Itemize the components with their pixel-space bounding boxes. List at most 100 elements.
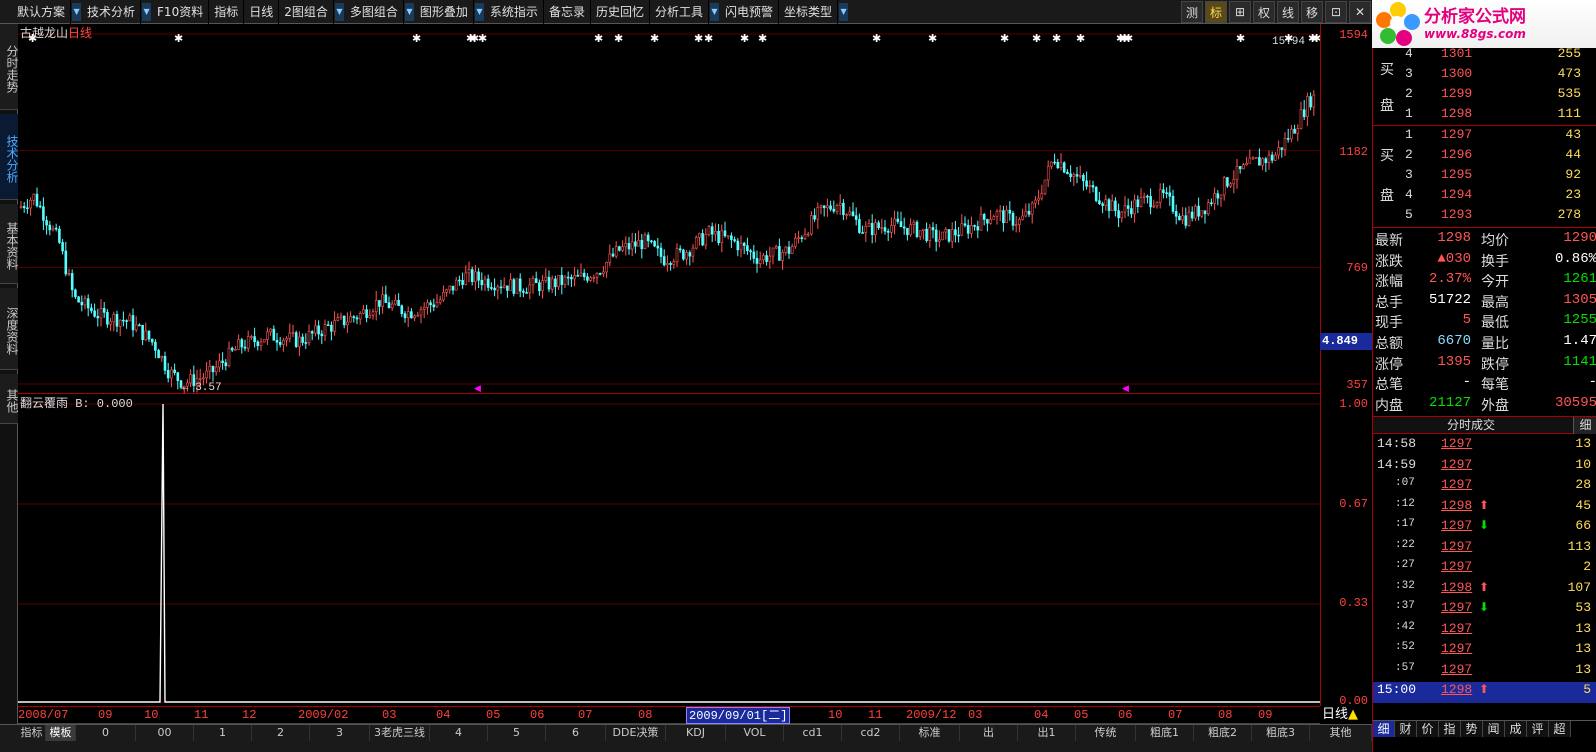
sell-level-row[interactable]: 4 1301 255 bbox=[1401, 46, 1596, 66]
tick-row[interactable]: :27 1297 2 bbox=[1373, 559, 1596, 580]
tick-row[interactable]: :37 1297 ⬇ 53 bbox=[1373, 600, 1596, 621]
indicator-tab-20[interactable]: 粗底1 bbox=[1136, 725, 1194, 741]
indicator-tab-12[interactable]: KDJ bbox=[666, 725, 726, 741]
indicator-tab-18[interactable]: 出1 bbox=[1018, 725, 1076, 741]
dropdown-arrow-icon[interactable]: ▼ bbox=[474, 2, 484, 21]
dropdown-arrow-icon[interactable]: ▼ bbox=[404, 2, 414, 21]
toolbar-item-2[interactable]: F10资料 bbox=[152, 0, 210, 24]
toolbar-tool-button-4[interactable]: 线 bbox=[1277, 1, 1299, 23]
quote-tab-8[interactable]: 超 bbox=[1549, 721, 1571, 737]
buy-level-row[interactable]: 3 1295 92 bbox=[1401, 167, 1596, 187]
indicator-tab-10[interactable]: 6 bbox=[546, 725, 606, 741]
candle-body bbox=[1107, 199, 1111, 211]
scroll-marker-icon[interactable]: ◀ bbox=[474, 384, 481, 394]
period-label[interactable]: 日线▲ bbox=[1320, 706, 1372, 724]
quote-tab-3[interactable]: 指 bbox=[1439, 721, 1461, 737]
toolbar-item-11[interactable]: 分析工具 bbox=[650, 0, 709, 24]
indicator-tab-3[interactable]: 00 bbox=[136, 725, 194, 741]
quote-tab-7[interactable]: 评 bbox=[1527, 721, 1549, 737]
toolbar-item-8[interactable]: 系统指示 bbox=[485, 0, 544, 24]
toolbar-item-10[interactable]: 历史回忆 bbox=[591, 0, 650, 24]
toolbar-item-7[interactable]: 图形叠加 bbox=[415, 0, 474, 24]
indicator-tab-22[interactable]: 粗底3 bbox=[1252, 725, 1310, 741]
indicator-tab-16[interactable]: 标准 bbox=[900, 725, 960, 741]
indicator-tab-0[interactable]: 指标 bbox=[18, 725, 46, 741]
toolbar-item-12[interactable]: 闪电预警 bbox=[720, 0, 779, 24]
left-tab-4[interactable]: 其他 bbox=[0, 374, 19, 424]
sell-level-row[interactable]: 3 1300 473 bbox=[1401, 66, 1596, 86]
toolbar-tool-button-0[interactable]: 测 bbox=[1181, 1, 1203, 23]
tick-row[interactable]: :12 1298 ⬆ 45 bbox=[1373, 498, 1596, 519]
toolbar-tool-button-5[interactable]: 移 bbox=[1301, 1, 1323, 23]
main-kline-chart[interactable]: ✱ ✱ ✱ ✱ ✱ ✱ ✱ ✱ ✱ ✱ ✱ ✱ ✱ ✱ ✱ ✱ ✱ ✱ ✱ ✱ ✱ ✱ ✱ ✱ ✱ ✱ 15.94 ← 3.57 ◀ ◀ … bbox=[18, 24, 1320, 394]
indicator-tab-2[interactable]: 0 bbox=[76, 725, 136, 741]
buy-level-row[interactable]: 4 1294 23 bbox=[1401, 187, 1596, 207]
indicator-tab-19[interactable]: 传统 bbox=[1076, 725, 1136, 741]
left-tab-0[interactable]: 分时走势 bbox=[0, 24, 19, 110]
tick-row[interactable]: :07 1297 28 bbox=[1373, 477, 1596, 498]
indicator-tab-14[interactable]: cd1 bbox=[784, 725, 842, 741]
toolbar-item-9[interactable]: 备忘录 bbox=[544, 0, 591, 24]
candle-body bbox=[224, 362, 228, 367]
tick-row[interactable]: :22 1297 113 bbox=[1373, 539, 1596, 560]
tick-row[interactable]: 14:58 1297 13 bbox=[1373, 436, 1596, 457]
toolbar-item-1[interactable]: 技术分析 bbox=[82, 0, 142, 24]
tick-row[interactable]: :57 1297 13 bbox=[1373, 662, 1596, 683]
indicator-tab-17[interactable]: 出 bbox=[960, 725, 1018, 741]
indicator-tab-7[interactable]: 3老虎三线 bbox=[370, 725, 430, 741]
tick-row[interactable]: 14:59 1297 10 bbox=[1373, 457, 1596, 478]
quote-tab-6[interactable]: 成 bbox=[1505, 721, 1527, 737]
toolbar-item-3[interactable]: 指标 bbox=[209, 0, 245, 24]
left-tab-2[interactable]: 基本资料 bbox=[0, 204, 19, 284]
tick-row[interactable]: :52 1297 13 bbox=[1373, 641, 1596, 662]
quote-tab-5[interactable]: 闻 bbox=[1483, 721, 1505, 737]
dropdown-arrow-icon[interactable]: ▼ bbox=[72, 2, 82, 21]
buy-level-row[interactable]: 1 1297 43 bbox=[1401, 127, 1596, 147]
indicator-tab-6[interactable]: 3 bbox=[310, 725, 370, 741]
toolbar-tool-button-6[interactable]: ⊡ bbox=[1325, 1, 1347, 23]
tick-time: 14:58 bbox=[1377, 436, 1417, 451]
indicator-tab-11[interactable]: DDE决策 bbox=[606, 725, 666, 741]
left-tab-3[interactable]: 深度资料 bbox=[0, 288, 19, 370]
left-tab-1[interactable]: 技术分析 bbox=[0, 114, 19, 200]
buy-level-row[interactable]: 2 1296 44 bbox=[1401, 147, 1596, 167]
detail-button[interactable]: 细 bbox=[1573, 417, 1596, 434]
indicator-tab-1[interactable]: 模板 bbox=[46, 725, 76, 741]
toolbar-item-6[interactable]: 多图组合 bbox=[345, 0, 404, 24]
toolbar-item-4[interactable]: 日线 bbox=[244, 0, 280, 24]
quote-tab-0[interactable]: 细 bbox=[1373, 721, 1395, 737]
indicator-tab-5[interactable]: 2 bbox=[252, 725, 310, 741]
dropdown-arrow-icon[interactable]: ▼ bbox=[334, 2, 344, 21]
buy-level-row[interactable]: 5 1293 278 bbox=[1401, 207, 1596, 227]
dropdown-arrow-icon[interactable]: ▼ bbox=[709, 2, 719, 21]
quote-tab-1[interactable]: 财 bbox=[1395, 721, 1417, 737]
sell-level-row[interactable]: 1 1298 111 bbox=[1401, 106, 1596, 126]
dropdown-arrow-icon[interactable]: ▼ bbox=[142, 2, 152, 21]
quote-tab-4[interactable]: 势 bbox=[1461, 721, 1483, 737]
indicator-tab-8[interactable]: 4 bbox=[430, 725, 488, 741]
indicator-chart[interactable]: 翻云覆雨 B: 0.000 bbox=[18, 394, 1320, 706]
toolbar-item-5[interactable]: 2图组合 bbox=[279, 0, 334, 24]
toolbar-tool-button-2[interactable]: ⊞ bbox=[1229, 1, 1251, 23]
toolbar-tool-button-7[interactable]: ✕ bbox=[1349, 1, 1371, 23]
toolbar-tool-button-3[interactable]: 权 bbox=[1253, 1, 1275, 23]
tick-row[interactable]: 15:00 1298 ⬆ 5 bbox=[1373, 682, 1596, 703]
sell-level-row[interactable]: 2 1299 535 bbox=[1401, 86, 1596, 106]
candle-body bbox=[1219, 194, 1223, 199]
indicator-tab-9[interactable]: 5 bbox=[488, 725, 546, 741]
indicator-tab-15[interactable]: cd2 bbox=[842, 725, 900, 741]
quote-tab-2[interactable]: 价 bbox=[1417, 721, 1439, 737]
indicator-tab-21[interactable]: 粗底2 bbox=[1194, 725, 1252, 741]
dropdown-arrow-icon[interactable]: ▼ bbox=[839, 2, 849, 21]
indicator-tab-4[interactable]: 1 bbox=[194, 725, 252, 741]
indicator-tab-23[interactable]: 其他 bbox=[1310, 725, 1372, 741]
tick-row[interactable]: :42 1297 13 bbox=[1373, 621, 1596, 642]
toolbar-item-13[interactable]: 坐标类型 bbox=[779, 0, 839, 24]
candle-body bbox=[851, 211, 855, 216]
tick-row[interactable]: :32 1298 ⬆ 107 bbox=[1373, 580, 1596, 601]
scroll-marker-icon[interactable]: ◀ bbox=[1122, 384, 1129, 394]
toolbar-item-0[interactable]: 默认方案 bbox=[12, 0, 72, 24]
tick-row[interactable]: :17 1297 ⬇ 66 bbox=[1373, 518, 1596, 539]
indicator-tab-13[interactable]: VOL bbox=[726, 725, 784, 741]
toolbar-tool-button-1[interactable]: 标 bbox=[1205, 1, 1227, 23]
